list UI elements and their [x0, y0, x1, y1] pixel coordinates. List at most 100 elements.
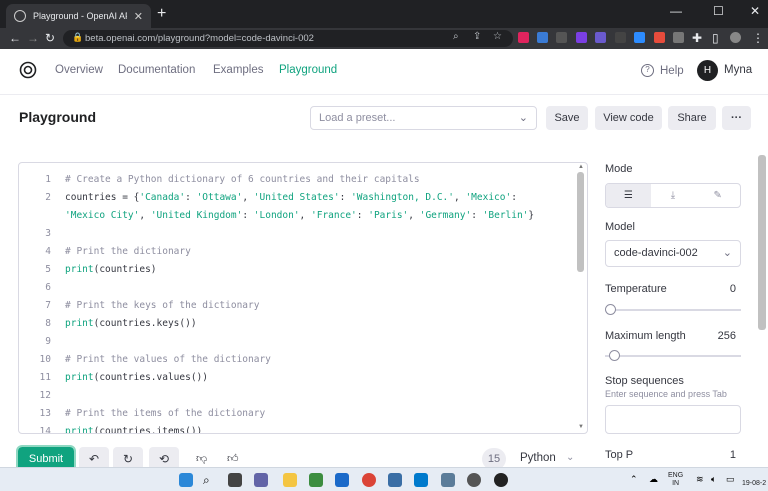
maximum-length-slider[interactable]: [605, 355, 741, 357]
code-line[interactable]: 4 # Print the dictionary: [19, 243, 575, 261]
code-line[interactable]: 6: [19, 279, 575, 297]
volume-icon[interactable]: 🔈︎: [711, 474, 716, 485]
code-line[interactable]: 9: [19, 333, 575, 351]
url-field[interactable]: 🔒 beta.openai.com/playground?model=code-…: [63, 30, 513, 47]
prompt-editor[interactable]: 1 # Create a Python dictionary of 6 count…: [18, 162, 588, 434]
extensions-puzzle-icon[interactable]: ✚: [692, 31, 702, 45]
nav-overview[interactable]: Overview: [55, 64, 103, 76]
code-line[interactable]: 14 print(countries.items()): [19, 423, 575, 434]
file-explorer-icon[interactable]: [283, 473, 297, 487]
complete-mode-icon[interactable]: ☰: [606, 184, 651, 207]
language-select[interactable]: Python: [520, 452, 556, 464]
thumbs-down-icon[interactable]: 👎︎: [196, 452, 207, 465]
maximum-length-slider-handle[interactable]: [608, 350, 620, 361]
view-code-button[interactable]: View code: [595, 106, 662, 130]
code-line[interactable]: 1 # Create a Python dictionary of 6 count…: [19, 171, 575, 189]
temperature-slider-handle[interactable]: [605, 304, 616, 315]
scroll-down-icon[interactable]: ▼: [578, 424, 584, 430]
extension-icon[interactable]: [654, 32, 665, 43]
help-link[interactable]: ? Help: [641, 64, 684, 77]
nav-documentation[interactable]: Documentation: [118, 64, 195, 76]
username[interactable]: Myna: [724, 64, 752, 76]
code-line[interactable]: 13 # Print the items of the dictionary: [19, 405, 575, 423]
temperature-value[interactable]: 0: [700, 283, 736, 295]
app-icon[interactable]: [335, 473, 349, 487]
app-icon[interactable]: [309, 473, 323, 487]
close-window-icon[interactable]: ✕: [750, 4, 760, 18]
app-icon[interactable]: [467, 473, 481, 487]
wifi-icon[interactable]: ≋: [696, 474, 704, 485]
code-line[interactable]: 12: [19, 387, 575, 405]
code-line[interactable]: 'Mexico City', 'United Kingdom': 'London…: [19, 207, 575, 225]
profile-icon[interactable]: [730, 32, 741, 43]
bookmark-star-icon[interactable]: ☆: [493, 31, 502, 42]
save-button[interactable]: Save: [546, 106, 588, 130]
chat-icon[interactable]: [254, 473, 268, 487]
vimeo-extension-icon[interactable]: [615, 32, 626, 43]
code-line[interactable]: 5 print(countries): [19, 261, 575, 279]
code-line[interactable]: 7 # Print the keys of the dictionary: [19, 297, 575, 315]
share-page-icon[interactable]: ⇪: [473, 31, 481, 42]
code-text: print(countries.items()): [65, 426, 203, 434]
maximum-length-value[interactable]: 256: [700, 330, 736, 342]
code-line[interactable]: 3: [19, 225, 575, 243]
insert-mode-icon[interactable]: ⤓: [651, 184, 696, 207]
sidebar-scrollbar[interactable]: [758, 155, 766, 330]
code-line[interactable]: 10 # Print the values of the dictionary: [19, 351, 575, 369]
temperature-slider[interactable]: [605, 309, 741, 311]
back-icon[interactable]: ←: [9, 31, 21, 45]
editor-scrollbar[interactable]: [577, 172, 584, 272]
browser-tab[interactable]: Playground - OpenAI API ✕: [6, 4, 151, 28]
scroll-up-icon[interactable]: ▲: [578, 164, 584, 170]
chrome-icon[interactable]: [362, 473, 376, 487]
extension-icon[interactable]: [556, 32, 567, 43]
maximize-icon[interactable]: ☐: [713, 4, 724, 18]
search-icon[interactable]: ⌕: [203, 473, 217, 487]
line-number: 9: [45, 336, 51, 347]
pocket-extension-icon[interactable]: [518, 32, 529, 43]
edit-mode-icon[interactable]: ✎: [695, 184, 740, 207]
extension-icon[interactable]: [634, 32, 645, 43]
share-button[interactable]: Share: [668, 106, 716, 130]
new-tab-button[interactable]: +: [157, 5, 166, 23]
top-p-value[interactable]: 1: [700, 449, 736, 461]
minimize-icon[interactable]: —: [670, 4, 682, 18]
language-indicator[interactable]: ENG IN: [668, 472, 683, 488]
cloud-icon[interactable]: ☁: [649, 474, 658, 485]
react-extension-icon[interactable]: [537, 32, 548, 43]
task-view-icon[interactable]: [228, 473, 242, 487]
thumbs-up-icon[interactable]: 👍︎: [227, 452, 239, 465]
preset-select[interactable]: Load a preset... ⌄: [310, 106, 537, 130]
vscode-icon[interactable]: [414, 473, 428, 487]
windows-start-icon[interactable]: [179, 473, 193, 487]
line-number: 10: [39, 354, 51, 365]
avatar[interactable]: H: [697, 60, 718, 81]
stop-sequences-input[interactable]: [605, 405, 741, 434]
nav-examples[interactable]: Examples: [213, 64, 264, 76]
system-date[interactable]: 19-08-2: [742, 480, 766, 488]
openai-logo-icon[interactable]: [18, 60, 38, 80]
stop-sequences-label: Stop sequences: [605, 375, 684, 387]
side-panel-icon[interactable]: ▯: [712, 31, 719, 45]
model-select[interactable]: code-davinci-002 ⌄: [605, 240, 741, 267]
code-line[interactable]: 11 print(countries.values()): [19, 369, 575, 387]
reload-icon[interactable]: ↻: [45, 31, 55, 45]
chevron-down-icon[interactable]: ⌄: [566, 452, 574, 463]
close-tab-icon[interactable]: ✕: [134, 10, 143, 23]
forward-icon[interactable]: →: [27, 31, 39, 45]
browser-menu-icon[interactable]: ⋮: [752, 31, 764, 45]
extension-icon[interactable]: [595, 32, 606, 43]
app-icon[interactable]: [494, 473, 508, 487]
code-line[interactable]: 2 countries = {'Canada': 'Ottawa', 'Unite…: [19, 189, 575, 207]
code-line[interactable]: 8 print(countries.keys()): [19, 315, 575, 333]
app-icon[interactable]: [441, 473, 455, 487]
app-icon[interactable]: [388, 473, 402, 487]
zoom-icon[interactable]: ⌕: [453, 31, 459, 42]
chevron-down-icon: ⌄: [518, 112, 528, 124]
chevron-up-icon[interactable]: ⌃: [630, 474, 638, 485]
extension-icon[interactable]: [576, 32, 587, 43]
nav-playground[interactable]: Playground: [279, 64, 337, 76]
extension-icon[interactable]: [673, 32, 684, 43]
battery-icon[interactable]: ▭: [726, 474, 735, 485]
more-options-button[interactable]: ···: [722, 106, 751, 130]
